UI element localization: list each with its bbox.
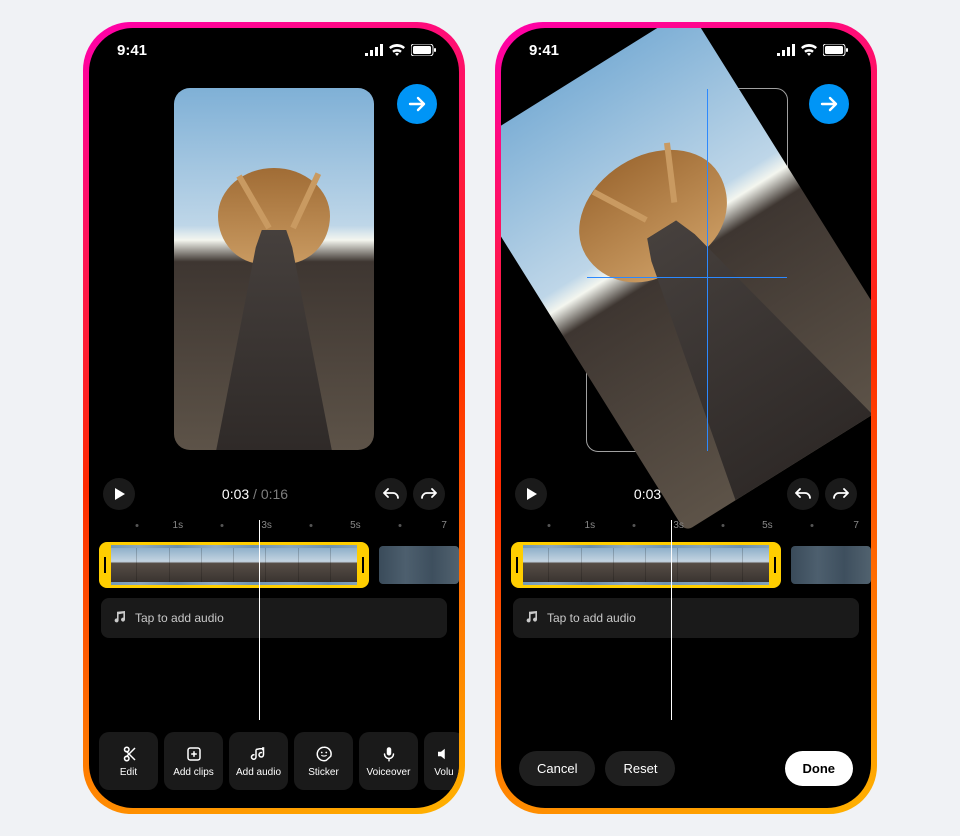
add-audio-bar[interactable]: Tap to add audio: [513, 598, 859, 638]
play-icon: [524, 487, 538, 501]
redo-icon: [833, 487, 849, 501]
play-button[interactable]: [103, 478, 135, 510]
trim-handle-right[interactable]: [769, 545, 781, 585]
reset-button[interactable]: Reset: [605, 751, 675, 786]
trim-handle-right[interactable]: [357, 545, 369, 585]
play-icon: [112, 487, 126, 501]
editor-toolbar: Edit Add clips Add audio Sticker Voiceov…: [89, 732, 459, 790]
add-clips-button[interactable]: Add clips: [164, 732, 223, 790]
clip-unselected[interactable]: [379, 546, 459, 584]
wifi-icon: [389, 44, 405, 56]
preview-frame: [174, 88, 374, 450]
add-audio-bar[interactable]: Tap to add audio: [101, 598, 447, 638]
sticker-icon: [315, 745, 333, 763]
music-add-icon: [250, 745, 268, 763]
playhead[interactable]: [671, 520, 672, 720]
time-current: 0:03: [222, 486, 249, 502]
music-icon: [113, 611, 127, 625]
transport-bar: 0:03 / 0:16: [89, 472, 459, 516]
playhead[interactable]: [259, 520, 260, 720]
wifi-icon: [801, 44, 817, 56]
time-display: 0:03 / 0:16: [135, 486, 375, 502]
clip-selected[interactable]: [99, 542, 369, 588]
crop-action-row: Cancel Reset Done: [501, 751, 871, 786]
crop-frame[interactable]: [586, 88, 788, 452]
mic-icon: [380, 745, 398, 763]
timeline[interactable]: [501, 542, 871, 588]
trim-handle-left[interactable]: [511, 545, 523, 585]
play-button[interactable]: [515, 478, 547, 510]
battery-icon: [411, 44, 437, 56]
done-button[interactable]: Done: [785, 751, 854, 786]
volume-icon: [435, 745, 453, 763]
battery-icon: [823, 44, 849, 56]
cellular-icon: [777, 44, 795, 56]
timeline-ruler: 1s 3s 5s 7: [89, 516, 459, 538]
undo-icon: [383, 487, 399, 501]
clip-selected[interactable]: [511, 542, 781, 588]
crop-preview[interactable]: [501, 72, 871, 472]
crop-gridline-h: [587, 277, 787, 278]
status-icons: [365, 44, 437, 56]
trim-handle-left[interactable]: [99, 545, 111, 585]
redo-icon: [421, 487, 437, 501]
undo-button[interactable]: [787, 478, 819, 510]
clip-unselected[interactable]: [791, 546, 871, 584]
phone-editor: 9:41 0:03 / 0:16 1s 3s 5s: [83, 22, 465, 814]
sticker-button[interactable]: Sticker: [294, 732, 353, 790]
crop-gridline-v: [707, 89, 708, 451]
cancel-button[interactable]: Cancel: [519, 751, 595, 786]
add-audio-label: Tap to add audio: [547, 611, 636, 625]
undo-icon: [795, 487, 811, 501]
add-audio-label: Tap to add audio: [135, 611, 224, 625]
redo-button[interactable]: [413, 478, 445, 510]
status-time: 9:41: [529, 42, 559, 59]
time-current: 0:03: [634, 486, 661, 502]
volume-button[interactable]: Volu: [424, 732, 459, 790]
voiceover-button[interactable]: Voiceover: [359, 732, 418, 790]
undo-button[interactable]: [375, 478, 407, 510]
scissors-icon: [120, 745, 138, 763]
timeline[interactable]: [89, 542, 459, 588]
status-bar: 9:41: [89, 28, 459, 72]
edit-button[interactable]: Edit: [99, 732, 158, 790]
phone-crop: 9:41 0:03 / 0:16 1s 3s: [495, 22, 877, 814]
video-preview[interactable]: [89, 72, 459, 472]
timeline-ruler: 1s 3s 5s 7: [501, 516, 871, 538]
redo-button[interactable]: [825, 478, 857, 510]
status-time: 9:41: [117, 42, 147, 59]
clip-add-icon: [185, 745, 203, 763]
status-icons: [777, 44, 849, 56]
cellular-icon: [365, 44, 383, 56]
add-audio-button[interactable]: Add audio: [229, 732, 288, 790]
music-icon: [525, 611, 539, 625]
time-total: 0:16: [261, 486, 288, 502]
